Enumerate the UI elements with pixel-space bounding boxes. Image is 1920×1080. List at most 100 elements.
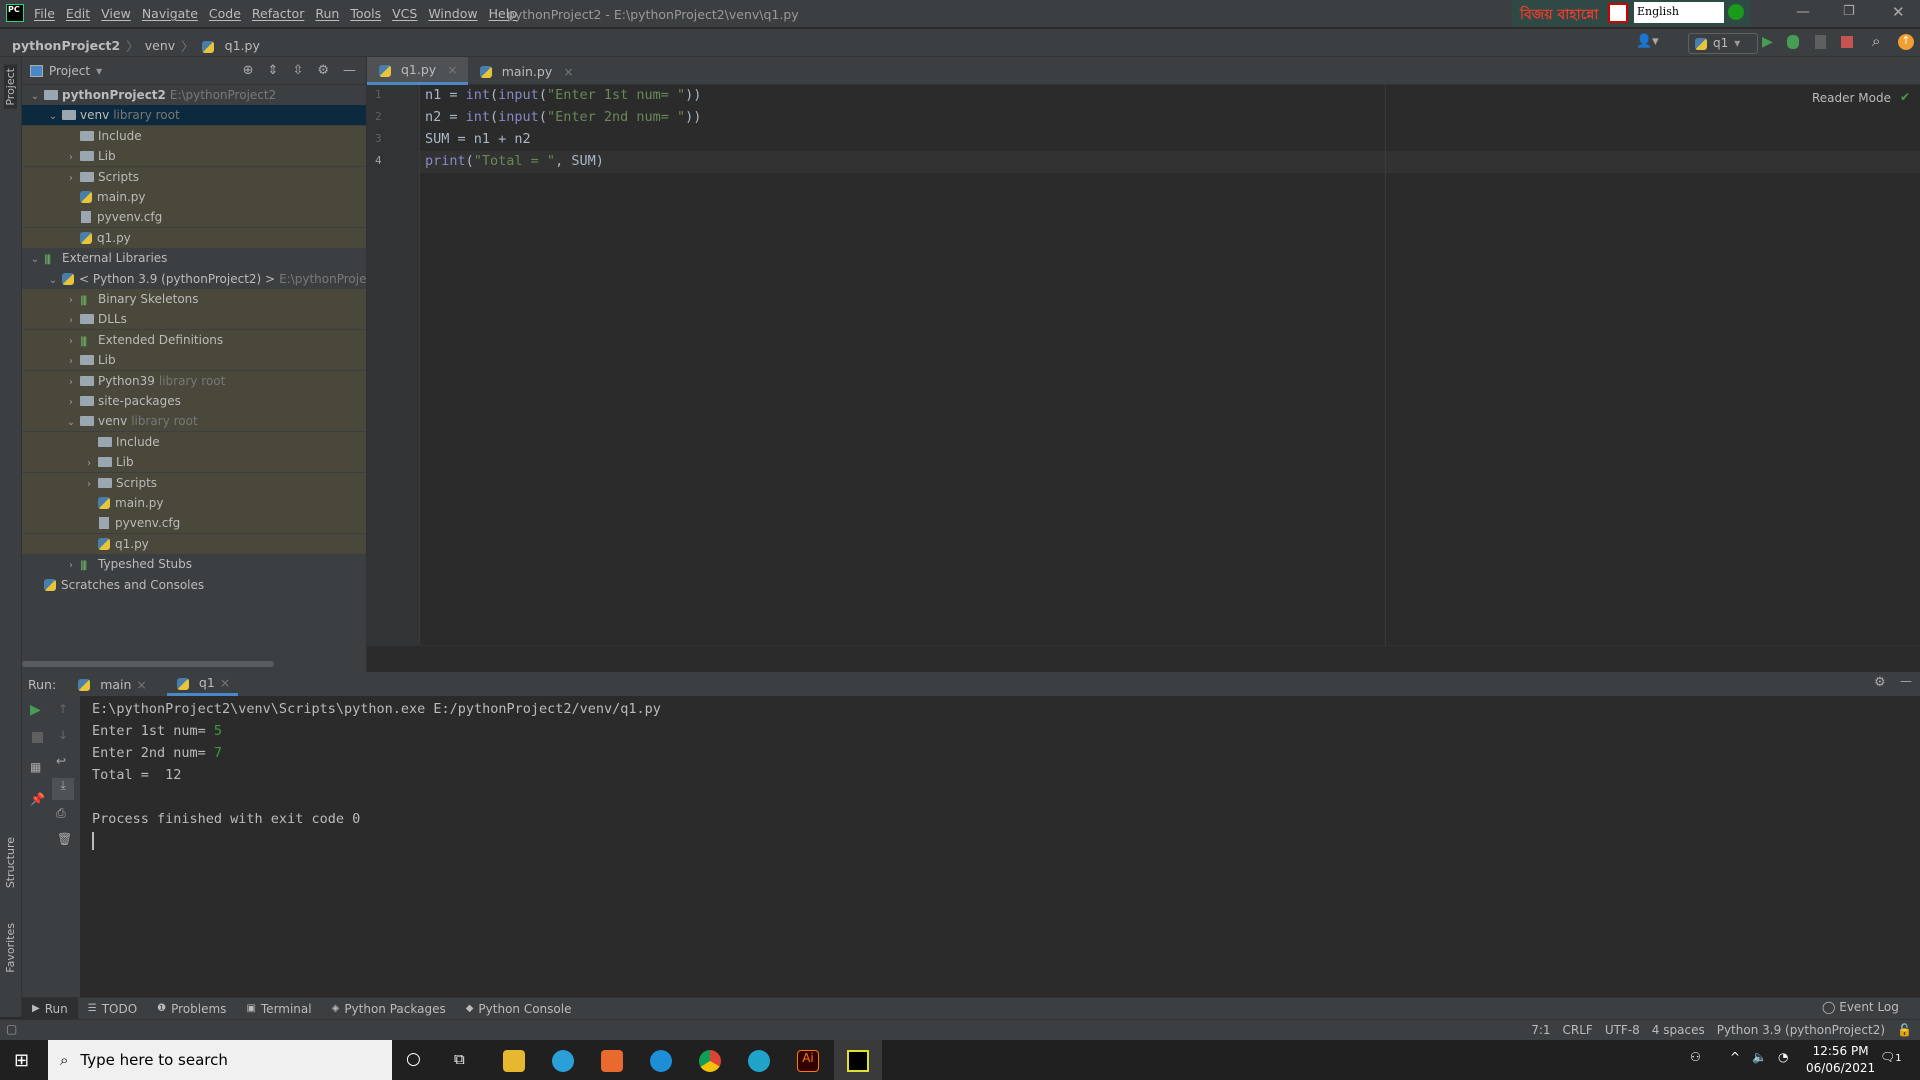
- run-button[interactable]: ▶: [1762, 34, 1773, 50]
- breadcrumb-file[interactable]: q1.py: [225, 38, 260, 53]
- file-encoding[interactable]: UTF-8: [1605, 1023, 1640, 1037]
- tree-item[interactable]: › DLLs: [22, 309, 366, 331]
- chevron-down-icon[interactable]: ⌄: [46, 107, 60, 127]
- stop-icon[interactable]: [32, 732, 43, 743]
- close-tab-icon[interactable]: ×: [136, 677, 146, 692]
- run-config-select[interactable]: q1 ▾: [1688, 33, 1758, 54]
- debug-button[interactable]: [1787, 35, 1799, 49]
- menu-navigate[interactable]: Navigate: [142, 6, 198, 21]
- update-icon[interactable]: ↑: [1898, 34, 1914, 50]
- clock[interactable]: 12:56 PM 06/06/2021: [1806, 1043, 1875, 1077]
- chevron-down-icon[interactable]: ⌄: [28, 250, 42, 270]
- tree-item[interactable]: › |||| Typeshed Stubs: [22, 554, 366, 574]
- tree-item[interactable]: › Scripts: [22, 472, 366, 495]
- menu-vcs[interactable]: VCS: [392, 6, 417, 21]
- chrome-icon[interactable]: [699, 1050, 721, 1072]
- chevron-down-icon[interactable]: ⌄: [46, 271, 60, 291]
- tree-item[interactable]: Include: [22, 431, 366, 452]
- tree-item[interactable]: ⌄ < Python 3.9 (pythonProject2) > E:\pytho…: [22, 269, 419, 291]
- down-arrow-icon[interactable]: ↓: [58, 728, 68, 742]
- illustrator-icon[interactable]: Ai: [797, 1050, 819, 1072]
- tree-item[interactable]: pyvenv.cfg: [22, 207, 366, 228]
- up-arrow-icon[interactable]: ↑: [58, 702, 68, 716]
- run-hide-icon[interactable]: —: [1900, 674, 1912, 688]
- action-center-icon[interactable]: 🗨1: [1880, 1050, 1902, 1064]
- taskbar-search[interactable]: ⌕ Type here to search: [48, 1040, 392, 1080]
- trash-icon[interactable]: 🗑: [57, 832, 72, 846]
- menu-run[interactable]: Run: [315, 6, 339, 21]
- edge-icon[interactable]: [748, 1050, 770, 1072]
- tool-tab-python-packages[interactable]: ◈ Python Packages: [322, 998, 456, 1020]
- tree-item[interactable]: Include: [22, 125, 366, 146]
- run-tab-q1[interactable]: q1 ×: [166, 672, 239, 696]
- menu-tools[interactable]: Tools: [350, 6, 381, 21]
- tool-tab-python-console[interactable]: ◆ Python Console: [456, 998, 582, 1020]
- tree-item[interactable]: › site-packages: [22, 391, 366, 411]
- tree-item[interactable]: ⌄ venv library root: [22, 411, 366, 433]
- code-line[interactable]: SUM = n1 + n2: [425, 128, 531, 150]
- menu-code[interactable]: Code: [209, 6, 241, 21]
- menu-refactor[interactable]: Refactor: [252, 6, 304, 21]
- reader-mode-button[interactable]: Reader Mode: [1812, 91, 1891, 105]
- tab-q1-py[interactable]: q1.py ×: [367, 57, 468, 85]
- chevron-right-icon[interactable]: ›: [82, 475, 96, 495]
- menu-file[interactable]: File: [34, 6, 55, 21]
- search-icon[interactable]: ⌕: [1872, 32, 1880, 50]
- interpreter[interactable]: Python 3.9 (pythonProject2): [1717, 1023, 1885, 1037]
- hide-icon[interactable]: —: [343, 63, 356, 78]
- code-line[interactable]: n2 = int(input("Enter 2nd num= ")): [425, 106, 701, 128]
- show-hidden-icons[interactable]: ^: [1730, 1050, 1740, 1064]
- xampp-icon[interactable]: [601, 1050, 623, 1072]
- download-icon[interactable]: [1728, 4, 1744, 20]
- user-icon[interactable]: 👤▾: [1636, 34, 1659, 49]
- tree-item[interactable]: › Lib: [22, 452, 366, 473]
- task-view-icon[interactable]: ⧉: [454, 1050, 465, 1068]
- run-tab-main[interactable]: main ×: [68, 672, 155, 696]
- menu-view[interactable]: View: [101, 6, 131, 21]
- chevron-right-icon[interactable]: ›: [64, 393, 78, 413]
- tree-item[interactable]: ⌄ venv library root: [22, 105, 366, 127]
- chevron-right-icon[interactable]: ›: [64, 291, 78, 311]
- minimize-button[interactable]: —: [1796, 4, 1810, 20]
- breadcrumb-venv[interactable]: venv: [145, 38, 175, 53]
- expand-all-icon[interactable]: ⇕: [268, 63, 279, 78]
- chevron-right-icon[interactable]: ›: [64, 169, 78, 189]
- line-separator[interactable]: CRLF: [1563, 1023, 1593, 1037]
- stop-button[interactable]: [1841, 36, 1853, 48]
- code-line[interactable]: n1 = int(input("Enter 1st num= ")): [425, 84, 701, 106]
- menu-edit[interactable]: Edit: [66, 6, 90, 21]
- windows-start-icon[interactable]: ⊞: [14, 1050, 29, 1071]
- chevron-right-icon[interactable]: ›: [64, 556, 78, 576]
- tool-tab-terminal[interactable]: ▣ Terminal: [236, 998, 321, 1020]
- pin-icon[interactable]: 📌: [30, 792, 45, 806]
- close-tab-icon[interactable]: ×: [447, 62, 457, 77]
- project-view-select[interactable]: Project: [49, 64, 90, 78]
- chevron-right-icon[interactable]: ›: [64, 148, 78, 168]
- favorites-tool-tab[interactable]: Favorites: [4, 923, 17, 973]
- caret-position[interactable]: 7:1: [1531, 1023, 1550, 1037]
- lock-icon[interactable]: 🔓: [1897, 1023, 1912, 1037]
- inspection-ok-icon[interactable]: ✔: [1900, 90, 1910, 104]
- layout-icon[interactable]: ▦: [30, 760, 41, 774]
- pycharm-taskbar-active[interactable]: [834, 1040, 882, 1080]
- chevron-right-icon[interactable]: ›: [64, 373, 78, 393]
- internet-explorer-icon[interactable]: [650, 1050, 672, 1072]
- tree-horizontal-scrollbar[interactable]: [22, 661, 274, 667]
- chevron-down-icon[interactable]: ⌄: [64, 413, 78, 433]
- file-explorer-icon[interactable]: [503, 1050, 525, 1072]
- panel-toggle-icon[interactable]: ▢: [6, 1022, 17, 1036]
- chevron-right-icon[interactable]: ›: [64, 311, 78, 331]
- soft-wrap-icon[interactable]: ↩: [56, 754, 66, 768]
- structure-tool-tab[interactable]: Structure: [4, 837, 17, 888]
- tab-main-py[interactable]: main.py ×: [468, 57, 584, 85]
- menu-window[interactable]: Window: [428, 6, 477, 21]
- tree-item[interactable]: › Lib: [22, 350, 366, 371]
- scroll-to-end-icon[interactable]: ⤓: [52, 778, 74, 800]
- tree-item[interactable]: ⌄ pythonProject2 E:\pythonProject2: [22, 85, 366, 105]
- tree-item[interactable]: › Python39 library root: [22, 370, 366, 393]
- tree-item[interactable]: › Lib: [22, 146, 366, 168]
- close-tab-icon[interactable]: ×: [220, 675, 230, 690]
- gear-icon[interactable]: ⚙: [317, 63, 329, 78]
- restore-button[interactable]: ❐: [1843, 4, 1855, 19]
- tree-item[interactable]: pyvenv.cfg: [22, 513, 366, 534]
